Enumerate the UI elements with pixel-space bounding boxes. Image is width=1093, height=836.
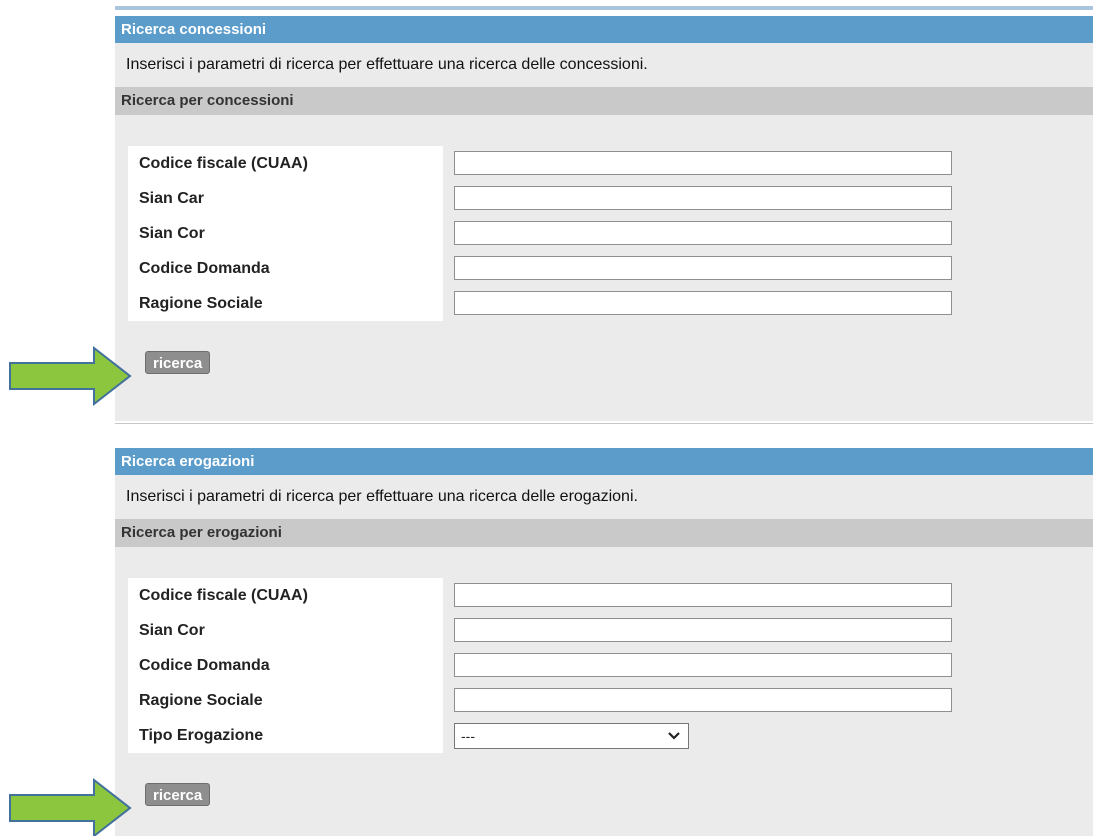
- erogazioni-subheader: Ricerca per erogazioni: [115, 519, 1093, 547]
- ragione-sociale-input[interactable]: [454, 688, 952, 712]
- codice-domanda-input[interactable]: [454, 653, 952, 677]
- concessioni-label-column: Codice fiscale (CUAA) Sian Car Sian Cor …: [128, 146, 443, 321]
- page: Ricerca concessioni Inserisci i parametr…: [0, 0, 1093, 836]
- sian-cor-input[interactable]: [454, 618, 952, 642]
- arrow-right-icon: [9, 346, 132, 406]
- chevron-down-icon: [668, 732, 680, 740]
- field-label-tipo-erogazione: Tipo Erogazione: [139, 727, 264, 744]
- field-label-codice-domanda: Codice Domanda: [139, 260, 270, 277]
- tipo-erogazione-select[interactable]: ---: [454, 723, 689, 749]
- field-label-ragione-sociale: Ragione Sociale: [139, 692, 263, 709]
- field-label-ragione-sociale: Ragione Sociale: [139, 295, 263, 312]
- concessioni-input-column: [454, 151, 952, 326]
- field-label-cuaa: Codice fiscale (CUAA): [139, 155, 308, 172]
- concessioni-search-button[interactable]: ricerca: [145, 351, 211, 374]
- field-label-sian-cor: Sian Cor: [139, 225, 205, 242]
- concessioni-section-header: Ricerca concessioni: [115, 16, 1093, 43]
- erogazioni-search-button[interactable]: ricerca: [145, 783, 211, 806]
- field-label-codice-domanda: Codice Domanda: [139, 657, 270, 674]
- cuaa-input[interactable]: [454, 583, 952, 607]
- sian-car-input[interactable]: [454, 186, 952, 210]
- concessioni-panel: Ricerca concessioni Inserisci i parametr…: [115, 16, 1093, 421]
- concessioni-subheader: Ricerca per concessioni: [115, 87, 1093, 115]
- ragione-sociale-input[interactable]: [454, 291, 952, 315]
- sian-cor-input[interactable]: [454, 221, 952, 245]
- top-rule: [115, 6, 1093, 10]
- erogazioni-section-header: Ricerca erogazioni: [115, 448, 1093, 475]
- field-label-sian-cor: Sian Cor: [139, 622, 205, 639]
- tipo-erogazione-selected-value: ---: [461, 728, 475, 744]
- cuaa-input[interactable]: [454, 151, 952, 175]
- field-label-sian-car: Sian Car: [139, 190, 204, 207]
- erogazioni-label-column: Codice fiscale (CUAA) Sian Cor Codice Do…: [128, 578, 443, 753]
- codice-domanda-input[interactable]: [454, 256, 952, 280]
- field-label-cuaa: Codice fiscale (CUAA): [139, 587, 308, 604]
- erogazioni-input-column: ---: [454, 583, 952, 749]
- panel-divider: [115, 423, 1093, 424]
- erogazioni-panel: Ricerca erogazioni Inserisci i parametri…: [115, 448, 1093, 836]
- erogazioni-intro-text: Inserisci i parametri di ricerca per eff…: [126, 488, 638, 505]
- arrow-right-icon: [9, 778, 132, 836]
- concessioni-intro-text: Inserisci i parametri di ricerca per eff…: [126, 56, 648, 73]
